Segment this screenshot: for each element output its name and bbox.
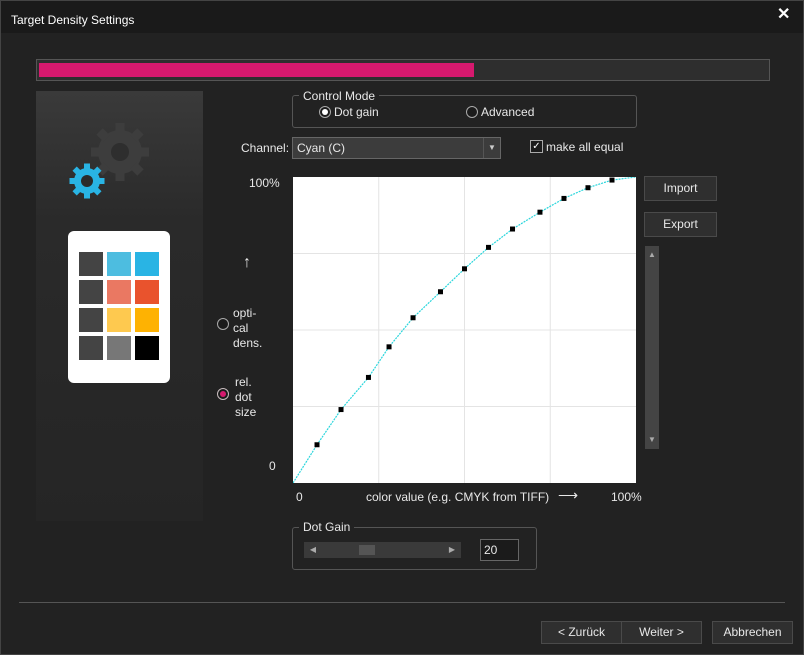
scroll-down-icon[interactable]: ▼ <box>645 433 659 447</box>
up-arrow-icon: ↑ <box>243 254 251 271</box>
curve-point[interactable] <box>561 195 567 201</box>
density-curve-chart[interactable] <box>293 177 636 483</box>
color-swatch <box>79 308 103 332</box>
relative-dot-size-label[interactable]: rel. dot size <box>235 375 256 420</box>
scroll-left-icon[interactable]: ◀ <box>306 543 320 557</box>
channel-label: Channel: <box>241 141 290 155</box>
divider <box>19 602 785 603</box>
curve-point[interactable] <box>338 407 344 413</box>
dot-gain-label[interactable]: Dot gain <box>334 105 379 119</box>
color-swatch <box>107 308 131 332</box>
chevron-down-icon: ▼ <box>483 138 500 158</box>
close-icon[interactable]: ✕ <box>777 4 790 24</box>
window-title: Target Density Settings <box>11 13 135 27</box>
relative-dot-size-radio[interactable] <box>217 388 229 400</box>
slider-thumb[interactable] <box>359 545 375 555</box>
curve-point[interactable] <box>410 315 416 321</box>
optical-density-radio[interactable] <box>217 318 229 330</box>
scroll-up-icon[interactable]: ▲ <box>645 248 659 262</box>
gear-icon <box>69 163 105 199</box>
right-arrow-icon: ⟶ <box>558 487 579 503</box>
color-swatch <box>135 336 159 360</box>
make-all-equal-checkbox[interactable]: ✓ <box>530 140 543 153</box>
x-axis-right-label: 100% <box>611 490 642 504</box>
x-axis-label: color value (e.g. CMYK from TIFF) <box>366 490 550 504</box>
color-swatch <box>79 252 103 276</box>
vertical-scrollbar[interactable]: ▲ ▼ <box>645 246 659 449</box>
title-bar: Target Density Settings ✕ <box>1 1 803 33</box>
curve-point[interactable] <box>386 344 392 350</box>
y-axis-bottom-label: 0 <box>269 459 276 473</box>
advanced-label[interactable]: Advanced <box>481 105 534 119</box>
curve-point[interactable] <box>510 226 516 232</box>
next-button[interactable]: Weiter > <box>621 621 702 644</box>
curve-point[interactable] <box>437 289 443 295</box>
color-swatch <box>79 280 103 304</box>
x-axis-left-label: 0 <box>296 490 303 504</box>
advanced-radio[interactable] <box>466 106 478 118</box>
dialog-window: Target Density Settings ✕ Control Mode D… <box>0 0 804 655</box>
channel-value: Cyan (C) <box>297 141 346 155</box>
curve-point[interactable] <box>314 442 320 448</box>
curve-point[interactable] <box>486 244 492 250</box>
progress-bar <box>36 59 770 81</box>
control-mode-legend: Control Mode <box>299 89 380 103</box>
color-swatch <box>79 336 103 360</box>
progress-fill <box>39 63 474 77</box>
scroll-right-icon[interactable]: ▶ <box>445 543 459 557</box>
export-button[interactable]: Export <box>644 212 717 237</box>
dot-gain-input[interactable]: 20 <box>480 539 519 561</box>
curve-point[interactable] <box>365 374 371 380</box>
color-swatch <box>135 280 159 304</box>
curve-point[interactable] <box>585 185 591 191</box>
dot-gain-legend: Dot Gain <box>299 520 355 534</box>
cancel-button[interactable]: Abbrechen <box>712 621 793 644</box>
color-swatch <box>107 336 131 360</box>
curve-point[interactable] <box>537 209 543 215</box>
color-swatch <box>135 308 159 332</box>
curve-point[interactable] <box>609 177 615 183</box>
channel-select[interactable]: Cyan (C) ▼ <box>292 137 501 159</box>
dot-gain-slider[interactable]: ◀ ▶ <box>304 542 461 558</box>
dot-gain-radio[interactable] <box>319 106 331 118</box>
import-button[interactable]: Import <box>644 176 717 201</box>
color-palette <box>68 231 170 383</box>
y-axis-top-label: 100% <box>249 176 280 190</box>
optical-density-label[interactable]: opti- cal dens. <box>233 306 262 351</box>
make-all-equal-label[interactable]: make all equal <box>546 140 623 154</box>
back-button[interactable]: < Zurück <box>541 621 622 644</box>
color-swatch <box>107 252 131 276</box>
curve-point[interactable] <box>462 266 467 272</box>
color-swatch <box>135 252 159 276</box>
color-swatch <box>107 280 131 304</box>
dot-gain-value: 20 <box>484 543 498 557</box>
